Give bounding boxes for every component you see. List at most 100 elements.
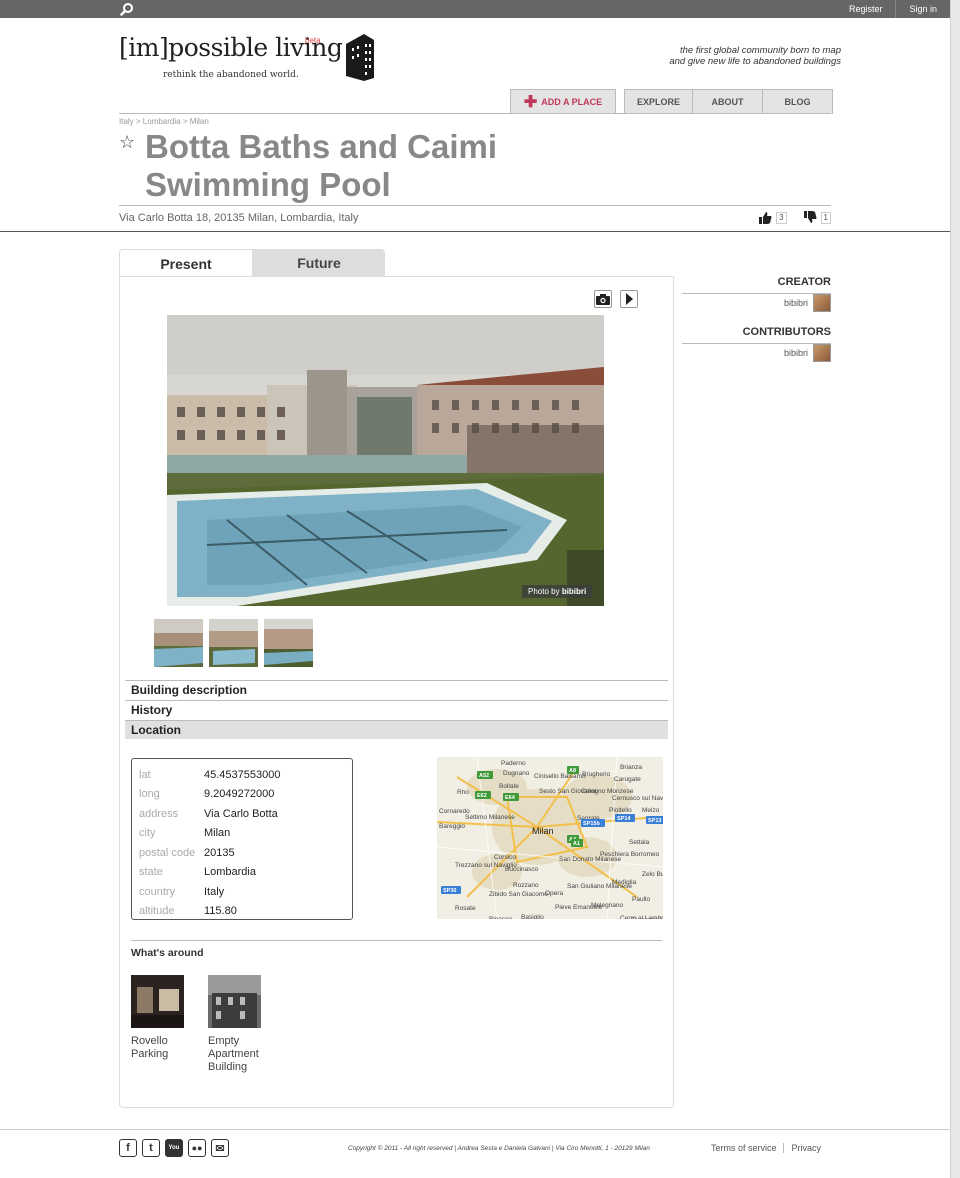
map-road-badge-text: E62 — [477, 793, 487, 799]
thumbs-up-icon[interactable] — [758, 211, 772, 224]
map-road-badge-text: A8 — [569, 768, 576, 774]
map-place-label: Rho — [457, 789, 469, 796]
photo-thumbnail[interactable] — [154, 619, 203, 667]
photo-thumbnail[interactable] — [264, 619, 313, 667]
breadcrumb[interactable]: Italy > Lombardia > Milan — [119, 117, 209, 126]
map-place-label: Paullo — [632, 896, 650, 903]
map-road-badge: SP14 — [615, 814, 635, 822]
section-location[interactable]: Location — [125, 720, 668, 739]
map-place-label: Basiglio — [521, 914, 544, 919]
location-value: Milan — [204, 827, 231, 840]
location-value: 9.2049272000 — [204, 788, 275, 801]
map-place-label: Peschiera Borromeo — [600, 851, 660, 858]
contributor-user[interactable]: bibibri — [682, 344, 831, 362]
nav-divider — [119, 113, 831, 114]
around-item-image[interactable] — [208, 975, 261, 1028]
photo-credit-prefix: Photo by — [528, 587, 560, 596]
twitter-icon[interactable]: t — [142, 1139, 160, 1157]
creator-username[interactable]: bibibri — [784, 298, 808, 308]
favorite-star-icon[interactable]: ☆ — [119, 132, 135, 153]
flickr-icon[interactable]: ●● — [188, 1139, 206, 1157]
nav-about[interactable]: ABOUT — [693, 89, 763, 114]
contributor-username[interactable]: bibibri — [784, 348, 808, 358]
terms-link[interactable]: Terms of service — [704, 1143, 784, 1153]
location-key: long — [139, 788, 160, 801]
site-logo[interactable]: [im]possible living beta rethink the aba… — [119, 33, 343, 80]
map-place-label: Cologno Monzese — [581, 788, 634, 795]
map-road-badge: E62 — [475, 791, 491, 799]
location-row: altitude 115.80 — [139, 902, 345, 922]
around-item-image[interactable] — [131, 975, 184, 1028]
avatar[interactable] — [813, 344, 831, 362]
location-value: 45.4537553000 — [204, 768, 281, 781]
footer-links: Terms of service Privacy — [704, 1143, 828, 1153]
main-nav: ✚ ADD A PLACE EXPLORE ABOUT BLOG — [510, 89, 833, 114]
privacy-link[interactable]: Privacy — [783, 1143, 828, 1153]
like-count: 3 — [776, 211, 787, 224]
thumbs-down-icon[interactable] — [803, 211, 817, 224]
location-row: city Milan — [139, 824, 345, 844]
location-row: long 9.2049272000 — [139, 785, 345, 805]
photo-credit-user[interactable]: bibibri — [562, 587, 586, 596]
map-image: BollateRho Sesto San GiovanniCologno Monz… — [437, 757, 663, 919]
nav-blog[interactable]: BLOG — [763, 89, 833, 114]
avatar[interactable] — [813, 294, 831, 312]
logo-tagline: rethink the abandoned world. — [163, 70, 299, 80]
map-place-label: Brugherio — [582, 771, 611, 778]
add-place-button[interactable]: ✚ ADD A PLACE — [510, 89, 616, 114]
signin-link[interactable]: Sign in — [895, 0, 950, 18]
map-place-label: Bollate — [499, 783, 519, 790]
video-button[interactable] — [620, 290, 638, 308]
map-road-badge: E64 — [503, 793, 519, 801]
location-row: country Italy — [139, 882, 345, 902]
map-road-badge: A8 — [567, 766, 579, 774]
section-history[interactable]: History — [125, 700, 668, 719]
dislike-count: 1 — [820, 211, 831, 224]
around-item-label[interactable]: Empty Apartment Building — [208, 1035, 268, 1074]
copyright: Copyright © 2011 - All right reserved | … — [348, 1145, 650, 1152]
mission-line-1: the first global community born to map — [679, 45, 841, 56]
around-divider — [131, 940, 662, 941]
vote-widget: 3 1 — [758, 211, 831, 224]
map-place-label: Bareggio — [439, 823, 465, 830]
map-road-badge: SP15b — [581, 819, 605, 827]
map-road-badge-text: SP14 — [617, 816, 631, 822]
creator-user[interactable]: bibibri — [682, 294, 831, 312]
location-key: altitude — [139, 905, 175, 918]
mail-icon[interactable]: ✉ — [211, 1139, 229, 1157]
tab-future[interactable]: Future — [253, 249, 385, 277]
map-place-label: Zelo Buon Persico — [642, 871, 663, 878]
mission-line-2: and give new life to abandoned buildings — [669, 56, 841, 67]
map-place-label: Cornaredo — [439, 808, 470, 815]
location-row: lat 45.4537553000 — [139, 765, 345, 785]
facebook-icon[interactable]: f — [119, 1139, 137, 1157]
map-place-label: Carugate — [614, 776, 641, 783]
add-place-label: ADD A PLACE — [541, 97, 603, 107]
location-key: lat — [139, 768, 151, 781]
search-icon[interactable] — [120, 2, 134, 16]
map-road-badge: SP30 — [441, 886, 461, 894]
around-item-label[interactable]: Rovello Parking — [131, 1035, 191, 1061]
location-map[interactable]: Bollate Rho Sesto San Giovanni Cologno Monz… — [437, 757, 663, 919]
photo-gallery-button[interactable] — [594, 290, 612, 308]
map-road-badge-text: A52 — [479, 773, 489, 779]
around-item[interactable]: Empty Apartment Building — [208, 975, 268, 1074]
photo-thumbnail[interactable] — [209, 619, 258, 667]
whats-around-title: What's around — [131, 947, 204, 959]
header-rule — [0, 231, 950, 232]
page-scrollbar[interactable] — [950, 0, 960, 1178]
footer-rule — [0, 1129, 950, 1130]
section-building-description[interactable]: Building description — [125, 680, 668, 699]
camera-icon — [596, 293, 610, 305]
location-value: Lombardia — [204, 866, 256, 879]
location-row: postal code 20135 — [139, 843, 345, 863]
map-place-label: Melegnano — [591, 902, 624, 909]
tab-present[interactable]: Present — [119, 249, 253, 277]
nav-explore[interactable]: EXPLORE — [624, 89, 693, 114]
location-key: state — [139, 866, 163, 879]
around-item[interactable]: Rovello Parking — [131, 975, 191, 1061]
youtube-icon[interactable]: You — [165, 1139, 183, 1157]
main-photo[interactable] — [167, 315, 604, 606]
register-link[interactable]: Register — [836, 0, 896, 18]
photo-credit: Photo by bibibri — [522, 585, 593, 598]
